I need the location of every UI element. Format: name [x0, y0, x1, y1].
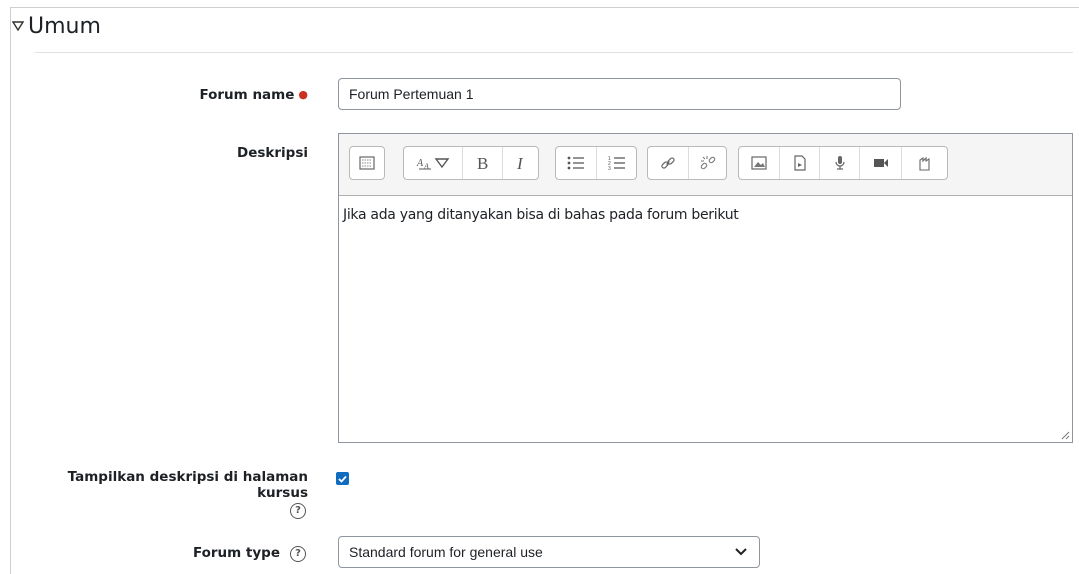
description-content[interactable]: Jika ada yang ditanyakan bisa di bahas p… — [343, 207, 739, 223]
italic-icon[interactable]: I — [502, 147, 538, 179]
unlink-icon[interactable] — [688, 147, 726, 179]
fieldset-border-left — [10, 7, 11, 574]
toolbar-group-1 — [349, 146, 385, 180]
paragraph-styles-icon[interactable]: AA — [404, 147, 462, 179]
required-icon: ● — [298, 88, 308, 101]
insert-media-icon[interactable] — [779, 147, 819, 179]
description-label: Deskripsi — [237, 145, 308, 161]
toolbar-toggle-icon[interactable] — [350, 147, 384, 179]
editor-toolbar: AA B I 123 — [339, 134, 1072, 196]
chevron-down-icon — [735, 548, 747, 556]
show-description-checkbox[interactable] — [336, 472, 349, 485]
section-toggle-umum[interactable]: Umum — [11, 14, 101, 39]
ordered-list-icon[interactable]: 123 — [596, 147, 636, 179]
forum-type-select[interactable]: Standard forum for general use — [338, 536, 760, 568]
forum-type-selected: Standard forum for general use — [349, 544, 543, 560]
bold-icon[interactable]: B — [462, 147, 502, 179]
section-divider — [35, 52, 1073, 53]
section-title: Umum — [28, 14, 101, 39]
show-description-label: Tampilkan deskripsi di halaman kursus — [67, 469, 308, 501]
record-audio-icon[interactable] — [819, 147, 859, 179]
toolbar-group-2: AA B I — [403, 146, 539, 180]
svg-text:3: 3 — [608, 166, 611, 170]
resize-handle-icon[interactable] — [1060, 430, 1070, 440]
checkmark-icon — [338, 475, 347, 483]
forum-name-input[interactable] — [338, 78, 901, 110]
svg-text:A: A — [416, 158, 424, 169]
record-video-icon[interactable] — [859, 147, 901, 179]
insert-image-icon[interactable] — [739, 147, 779, 179]
forum-type-label: Forum type — [192, 545, 280, 561]
help-icon[interactable]: ? — [290, 546, 306, 562]
description-editor[interactable]: AA B I 123 Jika ada yang ditanyakan bisa… — [338, 133, 1073, 443]
toolbar-group-3: 123 — [555, 146, 637, 180]
help-icon[interactable]: ? — [290, 503, 306, 519]
collapse-triangle-icon — [11, 20, 25, 33]
manage-files-icon[interactable] — [901, 147, 947, 179]
unordered-list-icon[interactable] — [556, 147, 596, 179]
fieldset-border-top — [10, 7, 1079, 8]
svg-text:A: A — [423, 162, 429, 171]
svg-text:I: I — [516, 155, 524, 171]
forum-name-label-text: Forum name — [199, 87, 295, 103]
toolbar-group-5 — [738, 146, 948, 180]
svg-text:B: B — [477, 155, 488, 171]
toolbar-group-4 — [647, 146, 727, 180]
link-icon[interactable] — [648, 147, 688, 179]
forum-name-label: Forum name ● — [160, 87, 308, 103]
